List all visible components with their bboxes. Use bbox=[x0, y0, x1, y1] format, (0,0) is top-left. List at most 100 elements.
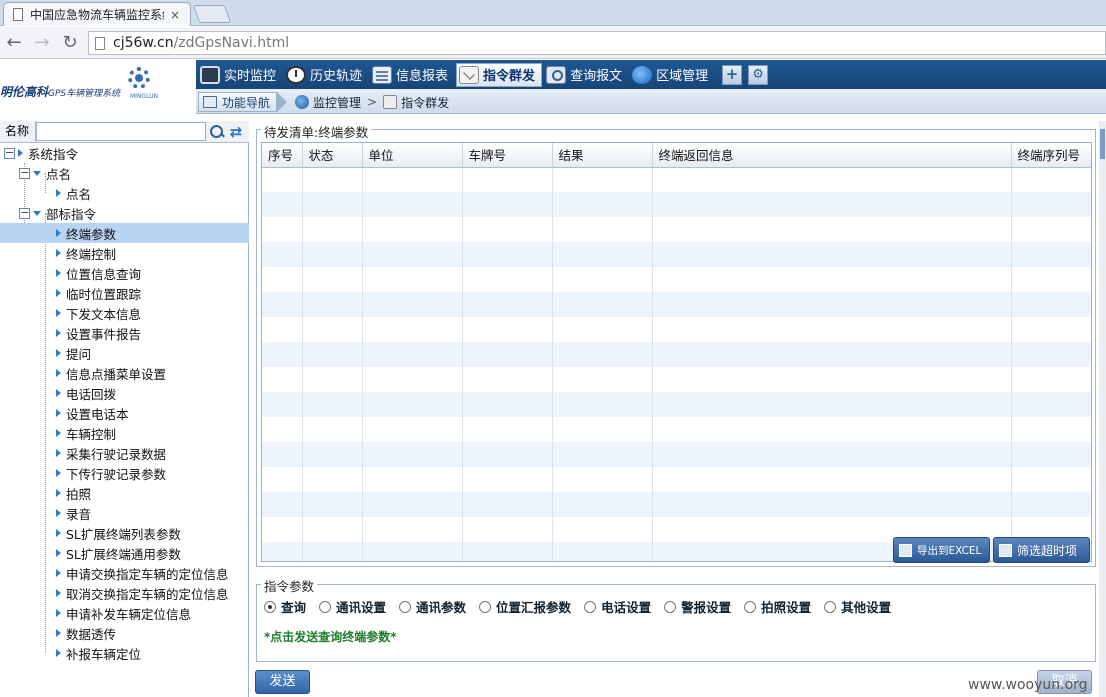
radio-button[interactable] bbox=[664, 600, 677, 613]
tree-item[interactable]: 提问 bbox=[0, 343, 249, 363]
table-row bbox=[262, 267, 1091, 292]
tree-label: SL扩展终端列表参数 bbox=[66, 526, 181, 542]
address-bar[interactable]: cj56w.cn/zdGpsNavi.html bbox=[88, 31, 1106, 55]
logo-mini-text: MINGLUN bbox=[130, 93, 159, 100]
tree-item[interactable]: 临时位置跟踪 bbox=[0, 283, 249, 303]
radio-button-checked[interactable] bbox=[264, 600, 276, 613]
radio-button[interactable] bbox=[399, 600, 412, 613]
menu-label: 实时监控 bbox=[224, 69, 277, 84]
tree-item[interactable]: SL扩展终端通用参数 bbox=[0, 543, 249, 563]
collapse-icon[interactable]: − bbox=[19, 167, 30, 179]
pending-list-grid: 序号 状态 单位 车牌号 结果 终端返回信息 终端序列号 bbox=[261, 142, 1092, 562]
radio-button[interactable] bbox=[479, 600, 492, 613]
radio-button[interactable] bbox=[584, 600, 597, 613]
column-header[interactable]: 单位 bbox=[362, 143, 463, 168]
radio-button[interactable] bbox=[319, 600, 332, 613]
tree-item[interactable]: 位置信息查询 bbox=[0, 263, 249, 283]
send-button[interactable]: 发送 bbox=[255, 670, 310, 694]
radio-phone-settings[interactable]: 电话设置 bbox=[584, 597, 651, 616]
column-header[interactable]: 终端返回信息 bbox=[652, 143, 1012, 168]
radio-query[interactable]: 查询 bbox=[264, 597, 306, 616]
collapse-icon[interactable]: − bbox=[19, 207, 30, 219]
radio-button[interactable] bbox=[744, 600, 757, 613]
tree-arrow-icon bbox=[56, 229, 61, 237]
scrollbar-thumb[interactable] bbox=[1100, 129, 1105, 159]
menu-realtime-monitor[interactable]: 实时监控 bbox=[198, 63, 282, 87]
tree-item[interactable]: SL扩展终端列表参数 bbox=[0, 523, 249, 543]
tree-label: 位置信息查询 bbox=[66, 266, 142, 282]
tree-label: 采集行驶记录数据 bbox=[66, 446, 167, 462]
tree-item[interactable]: 下传行驶记录参数 bbox=[0, 463, 249, 483]
tree-item-selected[interactable]: 终端参数 bbox=[0, 223, 249, 243]
radio-comm-settings[interactable]: 通讯设置 bbox=[319, 597, 386, 616]
tree-group-rollcall[interactable]: − 点名 bbox=[0, 163, 249, 183]
radio-alarm-settings[interactable]: 警报设置 bbox=[664, 597, 731, 616]
tree-item[interactable]: 信息点播菜单设置 bbox=[0, 363, 249, 383]
breadcrumb-level1[interactable]: 监控管理 bbox=[313, 94, 361, 111]
tree-label: 申请交换指定车辆的定位信息 bbox=[66, 566, 229, 582]
radio-label: 位置汇报参数 bbox=[496, 600, 572, 615]
clock-icon bbox=[286, 65, 307, 84]
filter-timeout-button[interactable]: 筛选超时项 bbox=[993, 537, 1090, 563]
tree-arrow-icon bbox=[56, 469, 61, 477]
tree-item[interactable]: 数据透传 bbox=[0, 623, 249, 643]
tree-arrow-icon bbox=[56, 369, 61, 377]
column-header[interactable]: 车牌号 bbox=[462, 143, 553, 168]
search-input[interactable] bbox=[36, 122, 206, 141]
tree-item[interactable]: 拍照 bbox=[0, 483, 249, 503]
tree-item[interactable]: 取消交换指定车辆的定位信息 bbox=[0, 583, 249, 603]
column-header[interactable]: 状态 bbox=[302, 143, 363, 168]
menu-area-management[interactable]: 区域管理 bbox=[630, 63, 714, 87]
url-host: cj56w.cn bbox=[113, 35, 174, 51]
refresh-icon[interactable]: ⇄ bbox=[228, 124, 244, 140]
radio-other-settings[interactable]: 其他设置 bbox=[824, 597, 891, 616]
page-scrollbar[interactable] bbox=[1099, 121, 1106, 697]
column-header[interactable]: 结果 bbox=[552, 143, 653, 168]
reload-icon[interactable]: ↻ bbox=[56, 32, 84, 53]
radio-label: 拍照设置 bbox=[761, 600, 812, 615]
radio-comm-params[interactable]: 通讯参数 bbox=[399, 597, 466, 616]
radio-position-report[interactable]: 位置汇报参数 bbox=[479, 597, 571, 616]
tree-item[interactable]: 采集行驶记录数据 bbox=[0, 443, 249, 463]
tree-item[interactable]: 点名 bbox=[0, 183, 249, 203]
param-type-radio-group: 查询 通讯设置 通讯参数 位置汇报参数 电话设置 警报设置 拍照设置 其他设置 bbox=[264, 597, 904, 616]
button-label: 导出到EXCEL bbox=[917, 544, 982, 557]
export-excel-button[interactable]: 导出到EXCEL bbox=[893, 537, 990, 563]
tree-arrow-icon bbox=[56, 329, 61, 337]
tree-item[interactable]: 终端控制 bbox=[0, 243, 249, 263]
logo-brand-sub: GPS车辆管理系统 bbox=[48, 89, 121, 99]
menu-info-report[interactable]: 信息报表 bbox=[370, 63, 454, 87]
menu-command-broadcast[interactable]: 指令群发 bbox=[456, 62, 543, 87]
forward-icon[interactable]: → bbox=[28, 32, 56, 53]
tree-item[interactable]: 设置事件报告 bbox=[0, 323, 249, 343]
settings-icon[interactable]: ⚙ bbox=[748, 64, 769, 85]
add-icon[interactable]: + bbox=[722, 64, 743, 85]
tree-label: 临时位置跟踪 bbox=[66, 286, 142, 302]
search-icon[interactable] bbox=[208, 123, 226, 141]
command-params-fieldset bbox=[256, 584, 1096, 662]
column-header[interactable]: 终端序列号 bbox=[1011, 143, 1091, 168]
browser-tab[interactable]: 中国应急物流车辆监控系统 × bbox=[3, 2, 191, 26]
menu-query-message[interactable]: 查询报文 bbox=[544, 63, 628, 87]
tab-close-icon[interactable]: × bbox=[170, 8, 180, 22]
collapse-icon[interactable]: − bbox=[4, 147, 15, 159]
tree-root[interactable]: − 系统指令 bbox=[0, 143, 249, 163]
menu-history-track[interactable]: 历史轨迹 bbox=[284, 63, 368, 87]
new-tab-button[interactable] bbox=[192, 5, 232, 23]
tree-item[interactable]: 下发文本信息 bbox=[0, 303, 249, 323]
tree-item[interactable]: 车辆控制 bbox=[0, 423, 249, 443]
page-icon bbox=[95, 36, 105, 50]
tree-item[interactable]: 申请补发车辆定位信息 bbox=[0, 603, 249, 623]
tree-label: 部标指令 bbox=[46, 206, 97, 222]
tree-group-standard[interactable]: − 部标指令 bbox=[0, 203, 249, 223]
radio-photo-settings[interactable]: 拍照设置 bbox=[744, 597, 811, 616]
column-header[interactable]: 序号 bbox=[262, 143, 303, 168]
function-nav-button[interactable]: 功能导航 bbox=[198, 92, 278, 112]
tree-item[interactable]: 设置电话本 bbox=[0, 403, 249, 423]
back-icon[interactable]: ← bbox=[0, 32, 28, 53]
tree-item[interactable]: 申请交换指定车辆的定位信息 bbox=[0, 563, 249, 583]
radio-button[interactable] bbox=[824, 600, 837, 613]
tree-item[interactable]: 补报车辆定位 bbox=[0, 643, 249, 663]
tree-item[interactable]: 电话回拨 bbox=[0, 383, 249, 403]
tree-item[interactable]: 录音 bbox=[0, 503, 249, 523]
